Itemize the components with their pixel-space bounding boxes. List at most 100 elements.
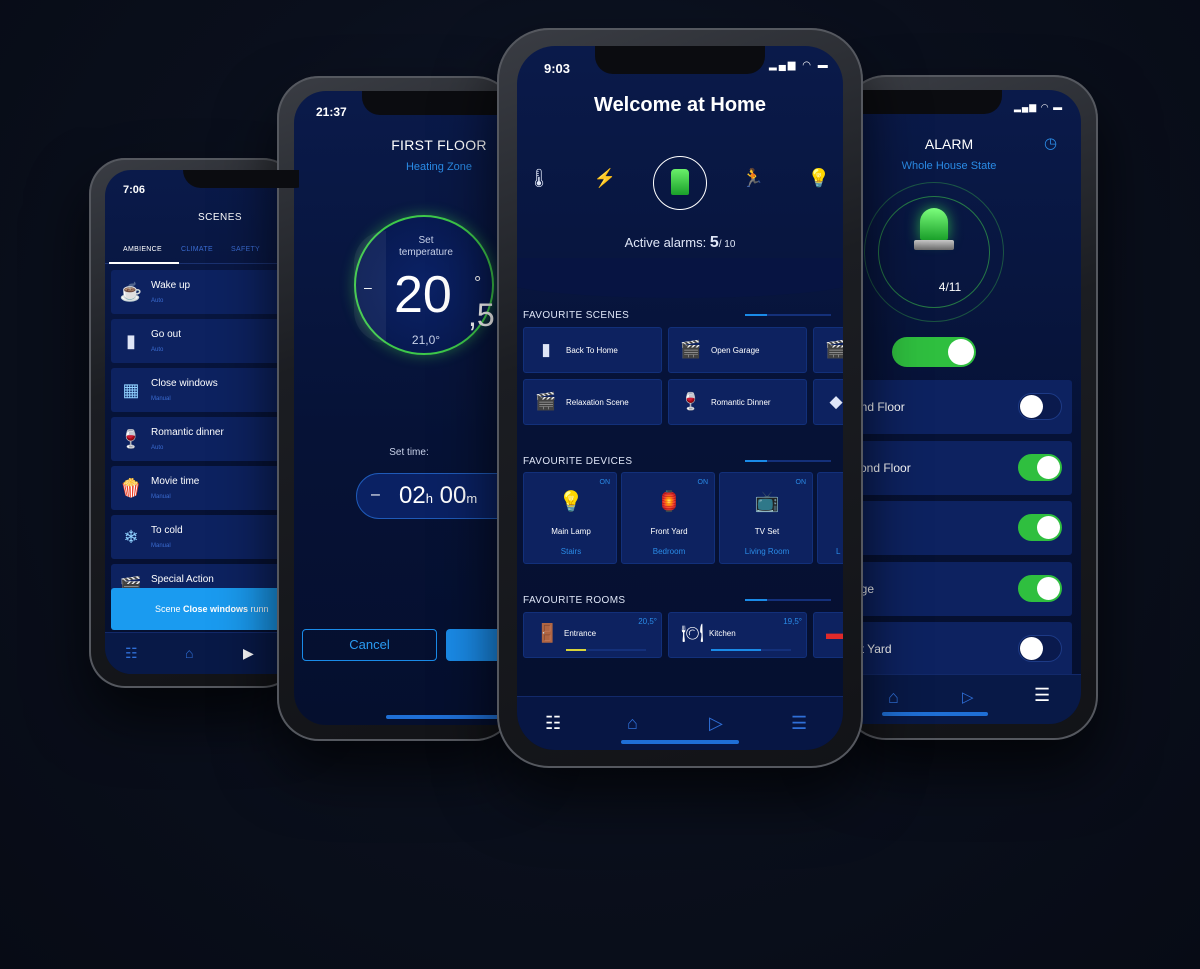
device-card-partial[interactable]: L <box>817 472 843 564</box>
section-header-scenes: FAVOURITE SCENES <box>523 310 630 321</box>
coffee-icon: ☕ <box>119 282 143 302</box>
siren-icon <box>914 208 954 252</box>
scene-tabs: AMBIENCE CLIMATE SAFETY <box>105 236 299 264</box>
room-card-entrance[interactable]: 🚪 Entrance 20,5° <box>523 612 662 658</box>
alarm-category-selected[interactable] <box>653 156 707 210</box>
phone-scenes: 7:06 SCENES AMBIENCE CLIMATE SAFETY ☕ Wa… <box>89 158 299 688</box>
snowflake-icon: ❄ <box>123 527 139 547</box>
device-card-tv-set[interactable]: ON 📺 TV Set Living Room <box>719 472 813 564</box>
page-subtitle: Whole House State <box>901 160 997 172</box>
scene-mode: Auto <box>151 347 164 353</box>
tab-climate[interactable]: CLIMATE <box>181 246 213 253</box>
set-temp-degree: ° <box>474 273 482 293</box>
status-icons: ▂▄▆ ◠ ▬ <box>1014 102 1064 112</box>
toast-scene-name: Close windows <box>183 604 249 614</box>
set-temp-decimal: ,5 <box>468 297 495 333</box>
menu-icon[interactable]: ☰ <box>791 713 807 734</box>
active-tab-indicator <box>109 262 179 264</box>
time-hours-unit: h <box>425 491 433 506</box>
sofa-icon: ▬ <box>826 623 843 643</box>
scene-card-relaxation[interactable]: 🎬 Relaxation Scene <box>523 379 662 425</box>
lightning-icon[interactable]: ⚡ <box>593 168 617 189</box>
device-room: Bedroom <box>652 547 686 556</box>
thermometer-icon[interactable]: 🌡 <box>527 168 551 189</box>
device-card-main-lamp[interactable]: ON 💡 Main Lamp Stairs <box>523 472 617 564</box>
notch <box>183 170 299 188</box>
room-name: Entrance <box>564 629 597 638</box>
set-temperature-label: Set temperature <box>399 235 453 258</box>
time-value: 02h 00m <box>399 482 477 510</box>
temperature-dial[interactable]: – Set temperature 20 ,5 ° 21,0° <box>354 215 495 355</box>
scene-name: To cold <box>151 525 183 536</box>
room-card-partial[interactable]: ▬ <box>813 612 843 658</box>
toast-prefix: Scene <box>155 604 184 614</box>
home-icon[interactable]: ⌂ <box>185 645 193 661</box>
time-stepper[interactable]: – 02h 00m <box>356 473 517 519</box>
cancel-button[interactable]: Cancel <box>302 629 437 661</box>
home-icon[interactable]: ⌂ <box>627 713 638 734</box>
scene-name: Wake up <box>151 280 191 291</box>
dashboard-icon[interactable]: ☷ <box>125 645 138 662</box>
scene-item-wake-up[interactable]: ☕ Wake up Auto <box>111 270 299 314</box>
running-man-icon[interactable]: 🏃 <box>741 168 765 189</box>
scene-item-romantic-dinner[interactable]: 🍷 Romantic dinner Auto <box>111 417 299 461</box>
home-icon[interactable]: ⌂ <box>888 687 899 708</box>
home-indicator <box>621 740 739 744</box>
zone-toggle[interactable] <box>1018 635 1062 662</box>
zone-row: nt Yard <box>842 622 1072 676</box>
notch <box>362 91 517 115</box>
set-temp-integer: 20 <box>394 266 452 324</box>
page-title: ALARM <box>924 136 974 152</box>
timer-icon[interactable]: ◷ <box>1044 134 1057 152</box>
device-state: ON <box>795 479 807 486</box>
scene-mode: Manual <box>151 494 171 500</box>
popcorn-icon: 🍿 <box>119 478 143 498</box>
scene-card-romantic-dinner[interactable]: 🍷 Romantic Dinner <box>668 379 807 425</box>
room-temperature: 19,5° <box>783 617 802 626</box>
scene-mode: Manual <box>151 543 171 549</box>
scene-name: Movie time <box>151 476 200 487</box>
menu-icon[interactable]: ☰ <box>1034 685 1050 706</box>
wine-icon: 🍷 <box>680 392 702 411</box>
scene-item-go-out[interactable]: ▮ Go out Auto <box>111 319 299 363</box>
play-icon[interactable]: ▶ <box>243 645 254 662</box>
play-icon[interactable]: ▷ <box>962 688 974 706</box>
bottom-nav: ⌂ ▷ ☰ <box>842 674 1081 724</box>
scene-card-partial[interactable]: ◆ <box>813 379 843 425</box>
dashboard-icon[interactable]: ☷ <box>545 713 561 734</box>
scenes-screen: 7:06 SCENES AMBIENCE CLIMATE SAFETY ☕ Wa… <box>105 170 299 674</box>
tab-ambience[interactable]: AMBIENCE <box>123 246 162 253</box>
device-card-front-yard[interactable]: ON 🏮 Front Yard Bedroom <box>621 472 715 564</box>
scene-card-back-to-home[interactable]: ▮ Back To Home <box>523 327 662 373</box>
tab-safety[interactable]: SAFETY <box>231 246 260 253</box>
decrease-time-button[interactable]: – <box>371 486 380 504</box>
zone-toggle[interactable] <box>1018 454 1062 481</box>
door-icon: ▮ <box>541 340 551 359</box>
bulb-icon[interactable]: 💡 <box>807 168 831 189</box>
tv-icon: 📺 <box>754 491 780 513</box>
clapper-icon: 🎬 <box>680 340 702 359</box>
room-name: Kitchen <box>709 629 736 638</box>
device-state: ON <box>599 479 611 486</box>
time-minutes: 00 <box>439 482 467 509</box>
scene-card-open-garage[interactable]: 🎬 Open Garage <box>668 327 807 373</box>
clapper-icon: 🎬 <box>825 340 843 359</box>
scene-card-partial[interactable]: 🎬 <box>813 327 843 373</box>
scene-item-close-windows[interactable]: ▦ Close windows Manual <box>111 368 299 412</box>
page-title: SCENES <box>197 212 243 223</box>
zone-toggle[interactable] <box>1018 393 1062 420</box>
zone-toggle[interactable] <box>1018 575 1062 602</box>
section-header-devices: FAVOURITE DEVICES <box>523 456 633 467</box>
device-name: TV Set <box>754 527 780 536</box>
device-room: Living Room <box>744 547 790 556</box>
scene-item-movie-time[interactable]: 🍿 Movie time Manual <box>111 466 299 510</box>
dial-minus-label: – <box>364 279 372 295</box>
tag-icon: ◆ <box>829 392 843 411</box>
alarm-master-toggle[interactable] <box>892 337 976 367</box>
scene-item-to-cold[interactable]: ❄ To cold Manual <box>111 515 299 559</box>
zone-row: cond Floor <box>842 441 1072 495</box>
play-icon[interactable]: ▷ <box>709 713 723 734</box>
room-card-kitchen[interactable]: 🍽 Kitchen 19,5° <box>668 612 807 658</box>
zone-toggle[interactable] <box>1018 514 1062 541</box>
time-hours: 02 <box>399 482 426 509</box>
